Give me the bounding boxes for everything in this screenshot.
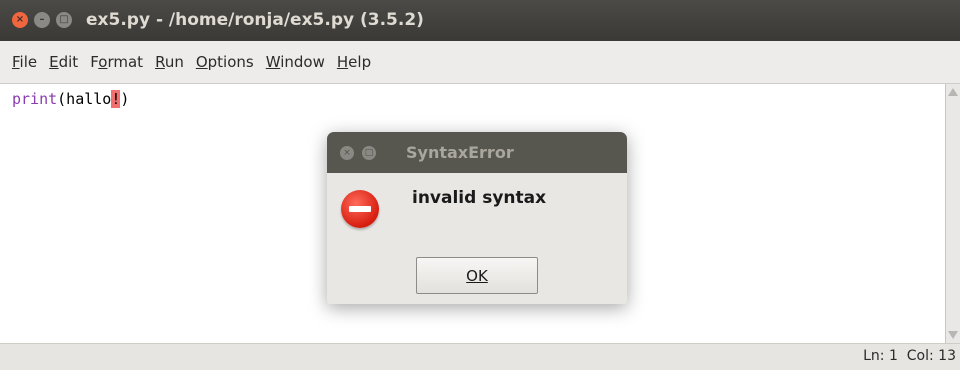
menu-format[interactable]: Format <box>84 53 149 71</box>
stop-error-icon <box>341 190 379 228</box>
ok-button-label: OK <box>466 266 488 285</box>
status-bar: Ln: 1 Col: 13 <box>0 343 960 370</box>
code-text-end: ) <box>120 90 130 108</box>
window-title: ex5.py - /home/ronja/ex5.py (3.5.2) <box>86 10 424 30</box>
menu-edit[interactable]: Edit <box>43 53 84 71</box>
column-indicator: Col: 13 <box>906 348 956 364</box>
minimize-icon: – <box>39 14 45 25</box>
dialog-title: SyntaxError <box>406 143 514 162</box>
scroll-up-icon[interactable] <box>948 88 958 96</box>
window-titlebar: × – □ ex5.py - /home/ronja/ex5.py (3.5.2… <box>0 0 960 41</box>
menu-bar: File Edit Format Run Options Window Help <box>0 41 960 84</box>
scroll-down-icon[interactable] <box>948 331 958 339</box>
dialog-titlebar: × □ SyntaxError <box>327 132 627 173</box>
menu-options[interactable]: Options <box>190 53 260 71</box>
dialog-maximize-button[interactable]: □ <box>362 146 376 160</box>
maximize-icon: □ <box>59 14 69 25</box>
dialog-close-button[interactable]: × <box>340 146 354 160</box>
ok-button[interactable]: OK <box>416 257 538 294</box>
window-maximize-button[interactable]: □ <box>56 12 72 28</box>
code-text: (hallo <box>57 90 112 108</box>
code-keyword: print <box>12 90 58 108</box>
close-icon: × <box>15 14 25 25</box>
window-close-button[interactable]: × <box>12 12 28 28</box>
menu-file[interactable]: File <box>0 53 43 71</box>
dialog-message: invalid syntax <box>412 188 547 208</box>
line-indicator: Ln: 1 <box>863 348 898 364</box>
syntax-error-dialog: × □ SyntaxError invalid syntax OK <box>327 132 627 304</box>
vertical-scrollbar[interactable] <box>945 84 960 343</box>
menu-run[interactable]: Run <box>149 53 190 71</box>
code-line: print(hallo!) <box>12 90 129 108</box>
menu-window[interactable]: Window <box>260 53 331 71</box>
maximize-icon: □ <box>364 148 374 158</box>
menu-help[interactable]: Help <box>331 53 377 71</box>
window-minimize-button[interactable]: – <box>34 12 50 28</box>
close-icon: × <box>343 148 351 158</box>
cursor-position: Ln: 1 Col: 13 <box>863 348 956 364</box>
